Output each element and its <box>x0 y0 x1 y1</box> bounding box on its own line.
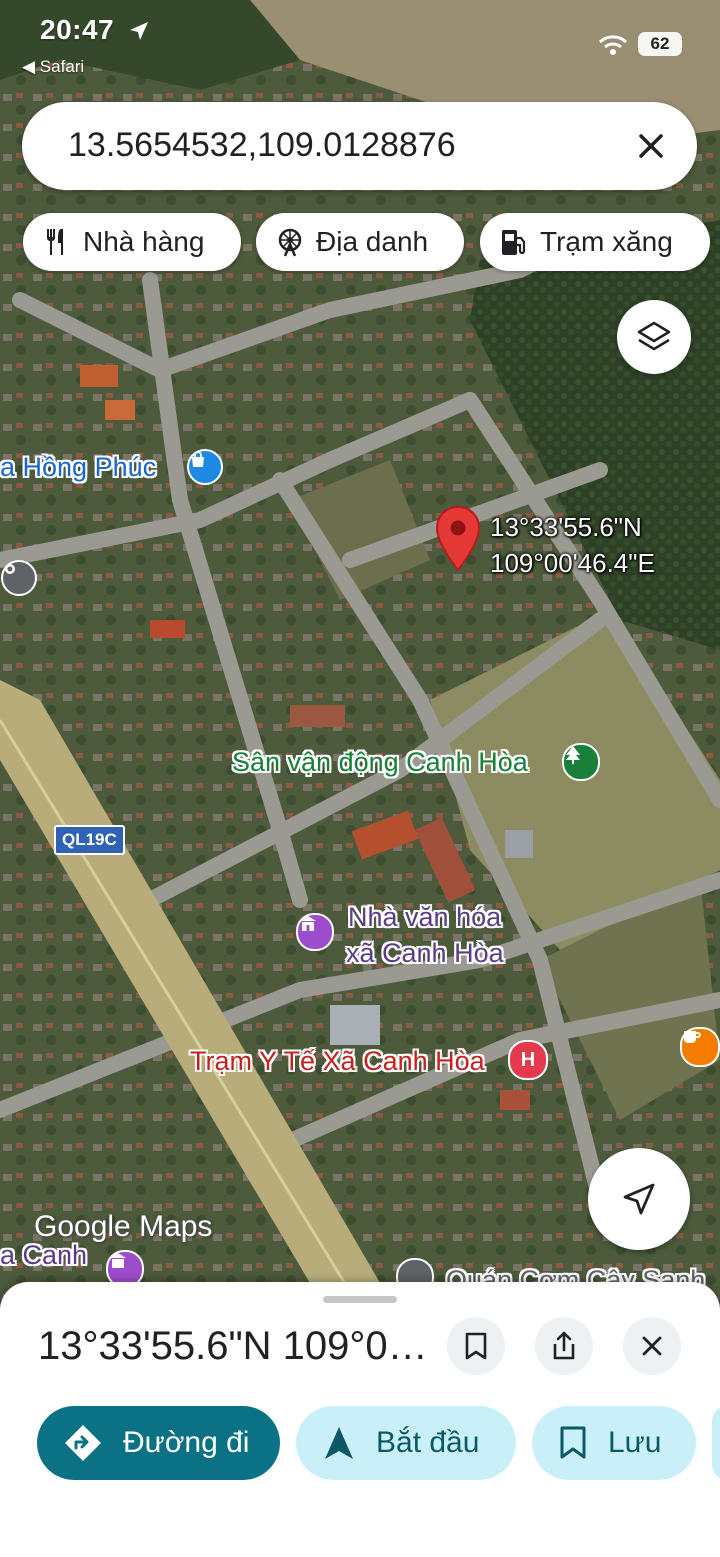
temple-icon[interactable] <box>296 913 334 951</box>
place-label-culture-2[interactable]: xã Canh Hòa <box>346 938 504 969</box>
chip-attractions[interactable]: Địa danh <box>256 213 464 271</box>
close-sheet-button[interactable] <box>623 1317 681 1375</box>
fork-knife-icon <box>47 229 63 255</box>
directions-label: Đường đi <box>123 1426 250 1459</box>
chip-gas-stations-label: Trạm xăng <box>540 226 673 257</box>
chip-restaurants[interactable]: Nhà hàng <box>23 213 241 271</box>
status-time: 20:47 <box>40 14 115 45</box>
more-actions-chip-partial[interactable] <box>712 1406 720 1480</box>
gas-pump-icon <box>502 230 526 255</box>
chip-gas-stations[interactable]: Trạm xăng <box>480 213 710 271</box>
pin-lng-label: 109°00'46.4"E <box>490 548 655 578</box>
directions-icon <box>65 1425 101 1461</box>
shopping-bag-icon[interactable] <box>187 449 223 485</box>
save-label: Lưu <box>608 1426 662 1459</box>
search-query-text[interactable]: 13.5654532,109.0128876 <box>68 126 456 165</box>
location-services-icon <box>130 22 148 40</box>
save-bookmark-button[interactable] <box>447 1317 505 1375</box>
navigation-start-icon <box>325 1427 353 1459</box>
bookmark-icon <box>560 1426 586 1459</box>
google-maps-watermark: Google Maps <box>34 1210 213 1243</box>
battery-indicator: 62 <box>638 32 682 56</box>
layers-button[interactable] <box>617 300 691 374</box>
coffee-icon[interactable] <box>680 1027 720 1067</box>
back-to-app-link[interactable]: ◀ Safari <box>22 57 84 77</box>
bookmark-icon <box>465 1332 487 1360</box>
close-icon <box>642 1336 662 1356</box>
navigation-arrow-icon <box>623 1183 655 1215</box>
place-title: 13°33'55.6"N 109°0… <box>38 1324 428 1368</box>
pin-lat-label: 13°33'55.6"N <box>490 512 642 542</box>
ferris-wheel-icon <box>278 228 302 257</box>
share-button[interactable] <box>535 1317 593 1375</box>
share-icon <box>553 1331 575 1360</box>
place-label-culture-1[interactable]: Nhà văn hóa <box>348 902 501 933</box>
map-imagery <box>0 0 720 1300</box>
place-dot-icon[interactable] <box>1 560 37 596</box>
search-bar[interactable]: 13.5654532,109.0128876 <box>22 102 697 190</box>
close-icon[interactable] <box>631 126 671 166</box>
place-label-hong-phuc[interactable]: a Hồng Phúc <box>0 452 156 483</box>
hospital-icon[interactable]: H <box>508 1040 548 1080</box>
status-bar: 20:47 ◀ Safari 62 <box>0 0 720 90</box>
layers-icon <box>637 321 671 351</box>
wifi-icon <box>598 35 628 55</box>
tree-icon[interactable] <box>562 743 600 781</box>
save-place-button[interactable]: Lưu <box>532 1406 696 1480</box>
place-label-stadium[interactable]: Sân vận động Canh Hòa <box>232 747 528 778</box>
directions-button[interactable]: Đường đi <box>37 1406 280 1480</box>
place-label-health-station[interactable]: Trạm Y Tế Xã Canh Hòa <box>190 1046 485 1077</box>
my-location-button[interactable] <box>588 1148 690 1250</box>
chip-restaurants-label: Nhà hàng <box>83 226 205 257</box>
place-label-canh-partial[interactable]: a Canh <box>0 1240 87 1271</box>
sheet-drag-handle[interactable] <box>323 1296 397 1303</box>
start-navigation-button[interactable]: Bắt đầu <box>296 1406 516 1480</box>
satellite-map[interactable]: a Hồng Phúc 13°33'55.6"N 109°00'46.4"E S… <box>0 0 720 1300</box>
place-bottom-sheet[interactable]: 13°33'55.6"N 109°0… Đường đi Bắt đầu Lưu <box>0 1282 720 1557</box>
start-label: Bắt đầu <box>376 1426 480 1459</box>
road-shield-ql19c: QL19C <box>54 825 125 855</box>
chip-attractions-label: Địa danh <box>316 226 429 257</box>
